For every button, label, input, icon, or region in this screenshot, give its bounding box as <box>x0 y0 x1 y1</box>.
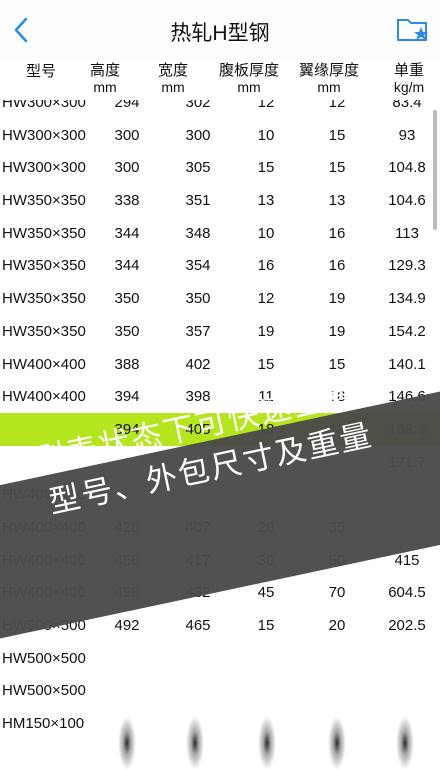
cell-weight: 129.3 <box>388 257 426 275</box>
cell-height: 350 <box>114 322 140 340</box>
cell-web: 15 <box>257 355 275 373</box>
cell-web: 15 <box>257 159 275 177</box>
table-row[interactable]: HW350×350 350 357 19 19 154.2 <box>0 315 440 348</box>
header-width[interactable]: 宽度 mm <box>156 63 190 96</box>
cell-height: 300 <box>114 159 140 177</box>
cell-flange: 19 <box>328 290 346 308</box>
table-header: 型号 高度 mm 宽度 mm 腹板厚度 mm 翼缘厚度 mm 单重 kg/m <box>0 60 440 100</box>
cell-web: 10 <box>257 224 275 242</box>
cell-flange: 19 <box>328 322 346 340</box>
header-web-thickness[interactable]: 腹板厚度 mm <box>216 63 282 96</box>
cell-weight: 104.6 <box>388 192 426 210</box>
table-row[interactable]: HW350×350 350 350 12 19 134.9 <box>0 282 440 315</box>
cell-web: 12 <box>257 100 275 111</box>
cell-model: HW350×350 <box>2 322 86 340</box>
header-model[interactable]: 型号 <box>0 64 82 80</box>
cell-weight: 113 <box>395 224 419 242</box>
cell-model: HW300×300 <box>2 126 86 144</box>
cell-web: 10 <box>257 126 275 144</box>
cell-flange: 20 <box>328 617 346 634</box>
cell-weight: 154.2 <box>388 322 426 340</box>
cell-height: 492 <box>114 617 140 634</box>
header-unit-weight[interactable]: 单重 kg/m <box>383 63 435 96</box>
cell-width: 351 <box>185 192 211 210</box>
cell-web: 16 <box>257 257 275 275</box>
cell-width: 300 <box>185 126 211 144</box>
cell-flange: 16 <box>328 224 346 242</box>
table-row[interactable]: HW350×350 344 348 10 16 113 <box>0 217 440 250</box>
table-row[interactable]: HW300×300 300 305 15 15 104.8 <box>0 151 440 184</box>
page-title: 热轧H型钢 <box>170 22 270 45</box>
cell-flange: 70 <box>328 584 346 602</box>
cell-height: 344 <box>114 257 140 275</box>
cell-web: 13 <box>257 192 275 210</box>
cell-flange: 13 <box>328 192 346 210</box>
table-row[interactable]: HW500×500 <box>0 642 440 675</box>
cell-weight: 604.5 <box>388 584 426 602</box>
decor-streak <box>258 716 276 770</box>
cell-weight: 93 <box>398 126 416 144</box>
cell-flange: 16 <box>328 257 346 275</box>
cell-width: 350 <box>185 290 211 308</box>
cell-height: 388 <box>114 355 140 373</box>
cell-web: 45 <box>257 584 275 602</box>
cell-flange: 15 <box>328 126 346 144</box>
scrollbar[interactable] <box>433 110 437 230</box>
nav-bar: 热轧H型钢 <box>0 0 440 61</box>
cell-weight: 104.8 <box>388 159 426 177</box>
decor-streak <box>118 716 136 770</box>
cell-height: 300 <box>114 126 140 144</box>
cell-web: 15 <box>257 617 275 634</box>
cell-weight: 83.4 <box>392 100 422 111</box>
cell-model: HW300×300 <box>2 100 86 111</box>
cell-height: 338 <box>114 192 140 210</box>
header-flange-thickness[interactable]: 翼缘厚度 mm <box>296 63 362 96</box>
cell-web: 19 <box>257 322 275 340</box>
cell-width: 348 <box>185 224 211 242</box>
cell-width: 402 <box>185 355 211 373</box>
cell-model: HW400×400 <box>2 388 86 406</box>
cell-weight: 202.5 <box>388 617 426 634</box>
decor-streak <box>328 716 346 770</box>
cell-width: 354 <box>185 257 211 275</box>
cell-model: HW500×500 <box>2 649 86 667</box>
cell-width: 305 <box>185 159 211 177</box>
cell-web: 12 <box>257 290 275 308</box>
cell-model: HW300×300 <box>2 159 86 177</box>
folder-star-icon[interactable] <box>396 14 430 44</box>
cell-model: HW350×350 <box>2 290 86 308</box>
cell-height: 350 <box>114 290 140 308</box>
cell-weight: 134.9 <box>388 290 426 308</box>
table-row[interactable]: HW350×350 338 351 13 13 104.6 <box>0 184 440 217</box>
header-height[interactable]: 高度 mm <box>88 63 122 96</box>
table-row[interactable]: HW300×300 300 300 10 15 93 <box>0 119 440 152</box>
cell-height: 394 <box>114 388 140 406</box>
cell-model: HM150×100 <box>2 715 85 733</box>
decor-streak <box>186 716 204 770</box>
cell-model: HW400×400 <box>2 355 86 373</box>
cell-width: 357 <box>185 322 211 340</box>
cell-model: HW350×350 <box>2 224 86 242</box>
cell-height: 294 <box>114 100 140 111</box>
cell-width: 465 <box>185 617 211 634</box>
table-row[interactable]: HW350×350 344 354 16 16 129.3 <box>0 249 440 282</box>
cell-flange: 15 <box>328 159 346 177</box>
cell-model: HW350×350 <box>2 192 86 210</box>
cell-width: 302 <box>185 100 211 111</box>
cell-model: HW350×350 <box>2 257 86 275</box>
decor-streak <box>396 716 414 770</box>
cell-height: 344 <box>114 224 140 242</box>
cell-model: HW500×500 <box>2 682 86 700</box>
cell-flange: 12 <box>328 100 346 111</box>
table-row[interactable]: HW300×300 294 302 12 12 83.4 <box>0 100 440 119</box>
